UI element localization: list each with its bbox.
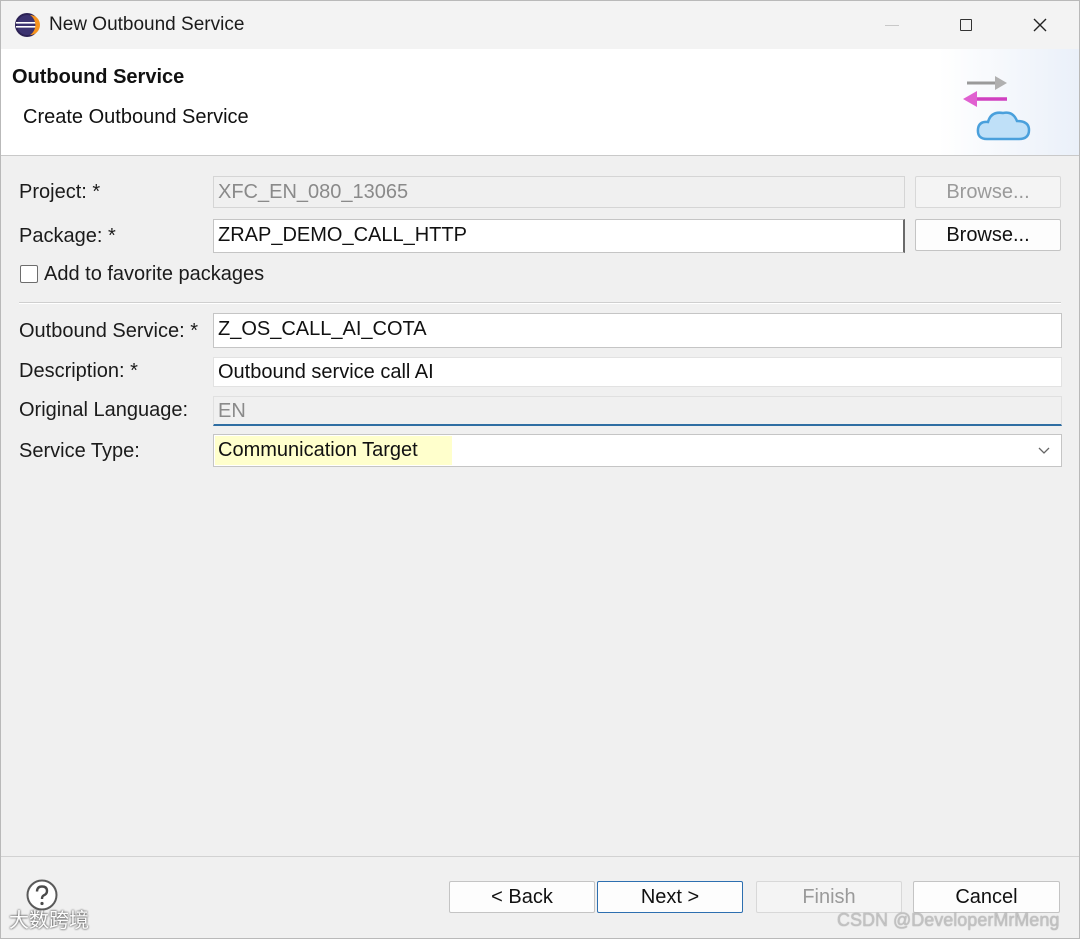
- close-icon: [1033, 18, 1047, 32]
- close-button[interactable]: [1003, 1, 1077, 49]
- package-browse-button[interactable]: Browse...: [915, 219, 1061, 251]
- page-title: Outbound Service: [12, 66, 185, 88]
- package-field[interactable]: ZRAP_DEMO_CALL_HTTP: [213, 219, 905, 253]
- service-type-label: Service Type:: [19, 440, 140, 462]
- project-browse-button: Browse...: [915, 176, 1061, 208]
- service-type-value: Communication Target: [215, 436, 452, 465]
- project-label: Project: *: [19, 181, 101, 203]
- cancel-button[interactable]: Cancel: [913, 881, 1060, 913]
- watermark-right: CSDN @DeveloperMrMeng: [837, 910, 1060, 930]
- package-label: Package: *: [19, 225, 116, 247]
- service-type-select[interactable]: Communication Target: [213, 434, 1062, 467]
- outbound-service-field[interactable]: Z_OS_CALL_AI_COTA: [213, 313, 1062, 348]
- watermark-left: 大数跨境: [9, 910, 89, 932]
- page-subtitle: Create Outbound Service: [23, 106, 249, 128]
- outbound-service-label: Outbound Service: *: [19, 320, 198, 342]
- description-label: Description: *: [19, 360, 138, 382]
- chevron-down-icon: [1038, 447, 1050, 454]
- dialog-window: New Outbound Service Outbound Service Cr…: [0, 0, 1080, 939]
- favorite-packages-checkbox[interactable]: [20, 265, 38, 283]
- back-button[interactable]: < Back: [449, 881, 595, 913]
- maximize-icon: [960, 19, 972, 31]
- maximize-button[interactable]: [929, 1, 1003, 49]
- favorite-packages-label[interactable]: Add to favorite packages: [44, 263, 264, 286]
- original-language-field[interactable]: EN: [213, 396, 1062, 426]
- footer-separator: [1, 856, 1079, 857]
- minimize-button[interactable]: [855, 1, 929, 49]
- outbound-service-cloud-icon: [963, 76, 1031, 141]
- title-bar: New Outbound Service: [1, 1, 1079, 49]
- minimize-icon: [885, 24, 899, 26]
- wizard-banner: Outbound Service Create Outbound Service: [1, 49, 1079, 156]
- original-language-label: Original Language:: [19, 399, 189, 421]
- description-field[interactable]: Outbound service call AI: [213, 357, 1062, 387]
- form-separator-highlight: [19, 303, 1061, 304]
- finish-button: Finish: [756, 881, 902, 913]
- window-title: New Outbound Service: [49, 14, 245, 35]
- eclipse-app-icon: [15, 13, 40, 37]
- project-field: XFC_EN_080_13065: [213, 176, 905, 208]
- next-button[interactable]: Next >: [597, 881, 743, 913]
